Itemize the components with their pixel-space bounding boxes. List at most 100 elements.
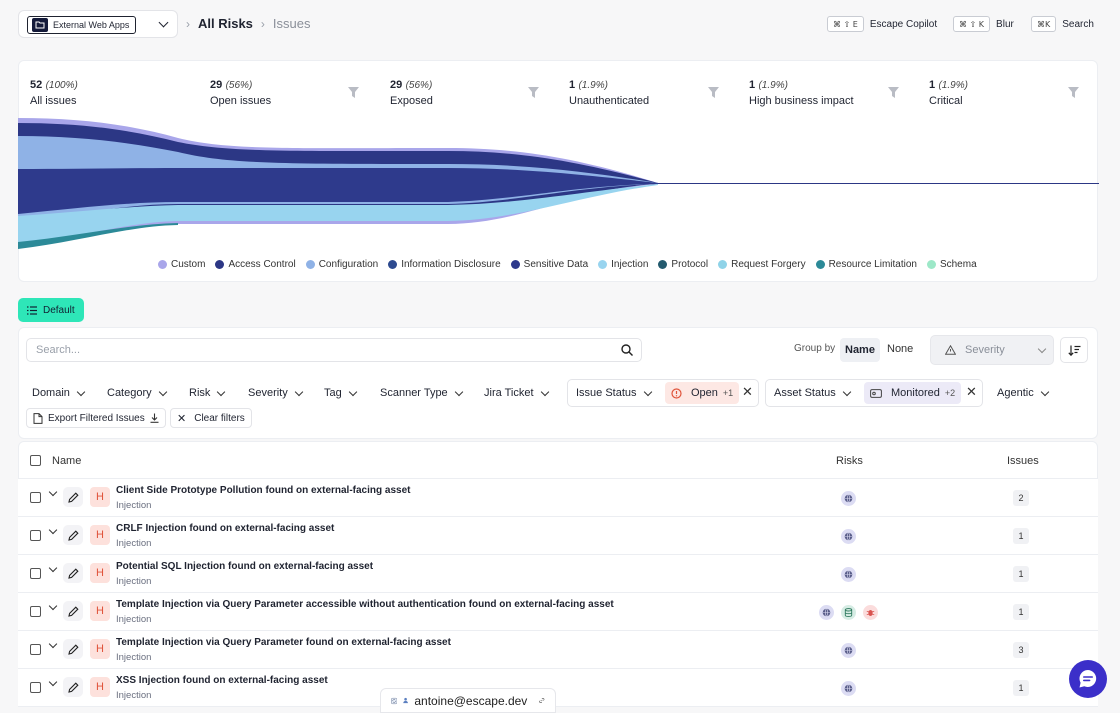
search-shortcut[interactable]: ⌘K Search (1031, 16, 1094, 32)
filter-tag[interactable]: Tag (318, 381, 362, 405)
issue-title[interactable]: Template Injection via Query Parameter a… (116, 599, 614, 610)
table-row[interactable]: H Template Injection via Query Parameter… (18, 631, 1098, 669)
issue-title[interactable]: Template Injection via Query Parameter f… (116, 637, 451, 648)
pen-tool-icon[interactable] (63, 677, 83, 697)
column-header-name[interactable]: Name (52, 455, 81, 467)
remove-asset-status-filter-close-icon[interactable]: ✕ (966, 384, 977, 400)
filter-jira-ticket[interactable]: Jira Ticket (478, 381, 554, 405)
pen-tool-icon[interactable] (63, 601, 83, 621)
pill-more-count: +1 (722, 388, 734, 398)
funnel-filter-icon[interactable] (528, 87, 539, 98)
file-export-icon (33, 412, 43, 424)
filter-asset-status[interactable]: Asset Status (768, 381, 856, 405)
export-filtered-issues-button[interactable]: Export Filtered Issues (26, 408, 166, 428)
funnel-filter-icon[interactable] (348, 87, 359, 98)
legend-item-configuration[interactable]: Configuration (305, 259, 378, 270)
globe-icon (841, 491, 856, 506)
row-checkbox[interactable] (30, 492, 41, 503)
row-checkbox[interactable] (30, 530, 41, 541)
table-row[interactable]: H XSS Injection found on external-facing… (18, 669, 1098, 707)
filter-scanner-type[interactable]: Scanner Type (374, 381, 468, 405)
legend-item-protocol[interactable]: Protocol (658, 259, 708, 270)
filter-label: Tag (324, 387, 342, 399)
filter-label: Risk (189, 387, 211, 399)
issue-status-open-pill[interactable]: Open +1 (665, 382, 740, 404)
search-icon[interactable] (621, 344, 633, 356)
clear-filters-button[interactable]: ✕ Clear filters (170, 408, 252, 428)
funnel-filter-icon[interactable] (1068, 87, 1079, 98)
table-row[interactable]: H Template Injection via Query Parameter… (18, 593, 1098, 631)
legend-item-sensitive-data[interactable]: Sensitive Data (510, 259, 588, 270)
filter-domain[interactable]: Domain (26, 381, 90, 405)
row-checkbox[interactable] (30, 568, 41, 579)
legend-item-custom[interactable]: Custom (158, 259, 205, 270)
expand-row-chevron-icon[interactable] (48, 487, 58, 497)
default-view-button[interactable]: Default (18, 298, 84, 322)
expand-row-chevron-icon[interactable] (48, 677, 58, 687)
legend-item-schema[interactable]: Schema (926, 259, 977, 270)
severity-select[interactable]: Severity (930, 335, 1054, 365)
globe-icon (841, 567, 856, 582)
row-checkbox[interactable] (30, 606, 41, 617)
filter-severity[interactable]: Severity (242, 381, 308, 405)
chevron-down-icon (348, 387, 357, 396)
expand-row-chevron-icon[interactable] (48, 639, 58, 649)
remove-issue-status-filter-close-icon[interactable]: ✕ (742, 384, 753, 400)
issue-title[interactable]: XSS Injection found on external-facing a… (116, 675, 328, 686)
breadcrumb-all-risks[interactable]: All Risks (198, 16, 253, 31)
filter-agentic[interactable]: Agentic (991, 381, 1054, 405)
legend-label: Resource Limitation (828, 259, 917, 270)
pen-tool-icon[interactable] (63, 563, 83, 583)
blur-shortcut[interactable]: ⌘ ⇧ K Blur (953, 16, 1014, 32)
expand-row-chevron-icon[interactable] (48, 601, 58, 611)
legend-item-request-forgery[interactable]: Request Forgery (718, 259, 806, 270)
issue-count: 3 (1013, 642, 1029, 658)
expand-row-chevron-icon[interactable] (48, 563, 58, 573)
legend-item-resource-limitation[interactable]: Resource Limitation (815, 259, 917, 270)
filter-category[interactable]: Category (101, 381, 172, 405)
funnel-filter-icon[interactable] (708, 87, 719, 98)
severity-badge: H (90, 487, 110, 507)
asset-status-monitored-pill[interactable]: Monitored +2 (864, 382, 962, 404)
column-header-risks[interactable]: Risks (836, 455, 863, 467)
filter-label: Severity (248, 387, 288, 399)
select-all-checkbox[interactable] (30, 455, 41, 466)
legend-dot (510, 260, 520, 269)
sort-button[interactable] (1060, 337, 1088, 363)
issue-title[interactable]: Potential SQL Injection found on externa… (116, 561, 373, 572)
severity-badge: H (90, 525, 110, 545)
column-header-issues[interactable]: Issues (1007, 455, 1039, 467)
group-by-none-option[interactable]: None (887, 343, 913, 355)
legend-item-information-disclosure[interactable]: Information Disclosure (388, 259, 501, 270)
table-row[interactable]: H CRLF Injection found on external-facin… (18, 517, 1098, 555)
stat-all-issues[interactable]: 52 (100%) All issues (30, 77, 200, 107)
filter-issue-status[interactable]: Issue Status (570, 381, 657, 405)
table-row[interactable]: H Potential SQL Injection found on exter… (18, 555, 1098, 593)
table-row[interactable]: H Client Side Prototype Pollution found … (18, 479, 1098, 517)
row-checkbox[interactable] (30, 644, 41, 655)
chat-support-button[interactable] (1069, 660, 1107, 698)
pen-tool-icon[interactable] (63, 639, 83, 659)
filter-label: Agentic (997, 387, 1034, 399)
filter-risk[interactable]: Risk (183, 381, 230, 405)
issue-title[interactable]: CRLF Injection found on external-facing … (116, 523, 334, 534)
legend-item-injection[interactable]: Injection (598, 259, 648, 270)
legend-item-access-control[interactable]: Access Control (215, 259, 296, 270)
sort-icon (1067, 345, 1080, 356)
pen-tool-icon[interactable] (63, 525, 83, 545)
issue-title[interactable]: Client Side Prototype Pollution found on… (116, 485, 410, 496)
row-checkbox[interactable] (30, 682, 41, 693)
search-input[interactable] (26, 338, 642, 362)
project-selector[interactable]: External Web Apps (18, 10, 178, 38)
funnel-filter-icon[interactable] (888, 87, 899, 98)
filter-label: Scanner Type (380, 387, 448, 399)
chevron-down-icon[interactable] (158, 17, 169, 28)
pen-tool-icon[interactable] (63, 487, 83, 507)
globe-icon (819, 605, 834, 620)
download-icon (150, 413, 159, 423)
escape-copilot-shortcut[interactable]: ⌘ ⇧ E Escape Copilot (827, 16, 937, 32)
expand-row-chevron-icon[interactable] (48, 525, 58, 535)
group-by-name-option[interactable]: Name (840, 338, 880, 362)
refresh-icon[interactable] (391, 695, 398, 707)
link-icon[interactable] (539, 695, 545, 706)
